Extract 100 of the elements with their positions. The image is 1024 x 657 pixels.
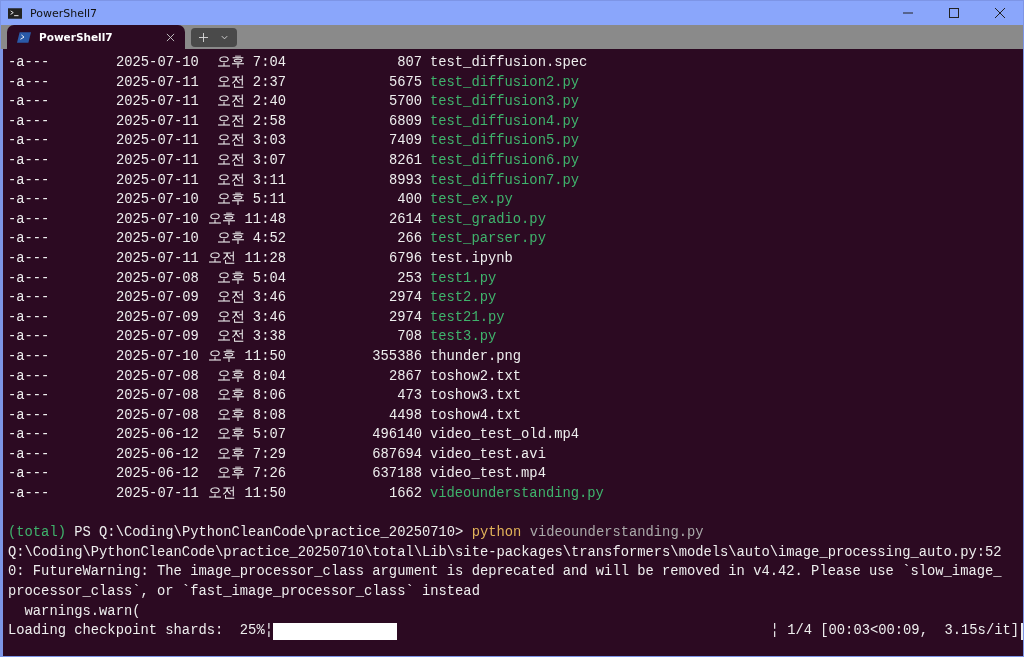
file-date: 2025-07-10: [116, 230, 200, 249]
file-name: test_diffusion7.py: [430, 171, 580, 190]
file-name: video_test.avi: [430, 445, 546, 464]
file-time: 오전 3:38: [215, 328, 286, 347]
file-size: 5700: [387, 93, 422, 112]
file-mode: -a---: [8, 269, 51, 288]
file-time: 오후 8:04: [215, 367, 286, 386]
file-mode: -a---: [8, 426, 51, 445]
file-mode: -a---: [8, 191, 51, 210]
file-mode: -a---: [8, 132, 51, 151]
text-cursor: [1021, 622, 1023, 640]
file-name: test1.py: [430, 269, 497, 288]
file-size: 8993: [387, 171, 422, 190]
file-size: 1662: [387, 485, 422, 504]
file-name: test_ex.py: [430, 191, 513, 210]
prompt-path: PS Q:\Coding\PythonCleanCode\practice_20250710>: [74, 524, 464, 543]
command-argument: videounderstanding.py: [529, 524, 704, 543]
file-time: 오전 3:46: [215, 289, 286, 308]
file-size: 5675: [387, 73, 422, 92]
file-time: 오후 8:06: [215, 387, 286, 406]
file-size: 400: [396, 191, 422, 210]
file-name: test21.py: [430, 308, 505, 327]
file-time: 오후 8:08: [215, 406, 286, 425]
file-name: test_diffusion2.py: [430, 73, 580, 92]
file-time: 오전 2:37: [215, 73, 286, 92]
file-time: 오후 5:11: [215, 191, 286, 210]
file-mode: -a---: [8, 406, 51, 425]
maximize-icon[interactable]: [949, 8, 959, 18]
file-time: 오후 5:04: [215, 269, 286, 288]
file-mode: -a---: [8, 485, 51, 504]
file-size: 807: [396, 54, 422, 72]
env-name: (total): [8, 524, 66, 543]
file-name: test2.py: [430, 289, 497, 308]
file-date: 2025-07-10: [116, 210, 200, 229]
file-name: test_gradio.py: [430, 210, 546, 229]
file-mode: -a---: [8, 93, 51, 112]
file-time: 오전 2:40: [215, 93, 286, 112]
file-size: 8261: [387, 151, 422, 170]
file-size: 687694: [371, 445, 422, 464]
window-title: PowerShell7: [30, 6, 99, 20]
file-date: 2025-07-11: [116, 151, 200, 170]
file-time: 오전 2:58: [215, 112, 286, 131]
file-size: 2614: [387, 210, 422, 229]
file-name: test_diffusion3.py: [430, 93, 580, 112]
file-size: 355386: [371, 347, 422, 366]
command: python: [471, 524, 522, 543]
plus-icon[interactable]: [199, 32, 208, 42]
file-time: 오후 7:04: [215, 54, 286, 72]
file-name: toshow2.txt: [430, 367, 522, 386]
file-size: 2974: [387, 289, 422, 308]
file-name: video_test.mp4: [430, 465, 546, 484]
file-mode: -a---: [8, 54, 51, 72]
file-size: 6809: [387, 112, 422, 131]
file-time: 오후 4:52: [215, 230, 286, 249]
file-time: 오후 7:29: [215, 445, 286, 464]
file-time: 오전 3:46: [215, 308, 286, 327]
file-name: thunder.png: [430, 347, 522, 366]
file-date: 2025-07-08: [116, 269, 200, 288]
file-mode: -a---: [8, 308, 51, 327]
file-mode: -a---: [8, 249, 51, 268]
file-mode: -a---: [8, 465, 51, 484]
file-mode: -a---: [8, 151, 51, 170]
file-size: 253: [396, 269, 422, 288]
output-line: processor_class`, or `fast_image_processor_class` instead: [8, 583, 480, 602]
file-size: 266: [396, 230, 422, 249]
file-name: test3.py: [430, 328, 497, 347]
terminal-tab[interactable]: PowerShell7: [7, 25, 185, 49]
file-mode: -a---: [8, 347, 51, 366]
file-size: 473: [396, 387, 422, 406]
file-date: 2025-07-11: [116, 485, 200, 504]
file-time: 오후 7:26: [215, 465, 286, 484]
file-date: 2025-07-11: [116, 112, 200, 131]
file-time: 오후 11:50: [207, 347, 286, 366]
file-name: test_diffusion.spec: [430, 54, 588, 72]
file-mode: -a---: [8, 210, 51, 229]
powershell-icon: [17, 31, 31, 43]
terminal-icon: [8, 7, 22, 19]
file-name: toshow3.txt: [430, 387, 522, 406]
output-line: 0: FutureWarning: The image_processor_class argument is deprecated and will be removed in v4.42. Please use `slow_image_: [8, 563, 1002, 582]
file-time: 오후 11:48: [207, 210, 286, 229]
file-time: 오전 3:03: [215, 132, 286, 151]
file-size: 2867: [387, 367, 422, 386]
close-icon[interactable]: [995, 8, 1005, 18]
file-date: 2025-07-11: [116, 93, 200, 112]
file-date: 2025-06-12: [116, 465, 200, 484]
file-mode: -a---: [8, 73, 51, 92]
file-size: 2974: [387, 308, 422, 327]
file-mode: -a---: [8, 112, 51, 131]
file-name: toshow4.txt: [430, 406, 522, 425]
output-line: Q:\Coding\PythonCleanCode\practice_20250710\total\Lib\site-packages\transformers\models\auto\image_processing_auto.py:52: [8, 543, 1002, 562]
file-mode: -a---: [8, 289, 51, 308]
file-date: 2025-07-09: [116, 328, 200, 347]
file-date: 2025-07-10: [116, 191, 200, 210]
output-line: warnings.warn(: [23, 602, 141, 621]
file-date: 2025-07-08: [116, 367, 200, 386]
file-size: 6796: [387, 249, 422, 268]
file-mode: -a---: [8, 230, 51, 249]
file-time: 오후 5:07: [215, 426, 286, 445]
file-date: 2025-07-11: [116, 249, 200, 268]
file-date: 2025-07-09: [116, 289, 200, 308]
